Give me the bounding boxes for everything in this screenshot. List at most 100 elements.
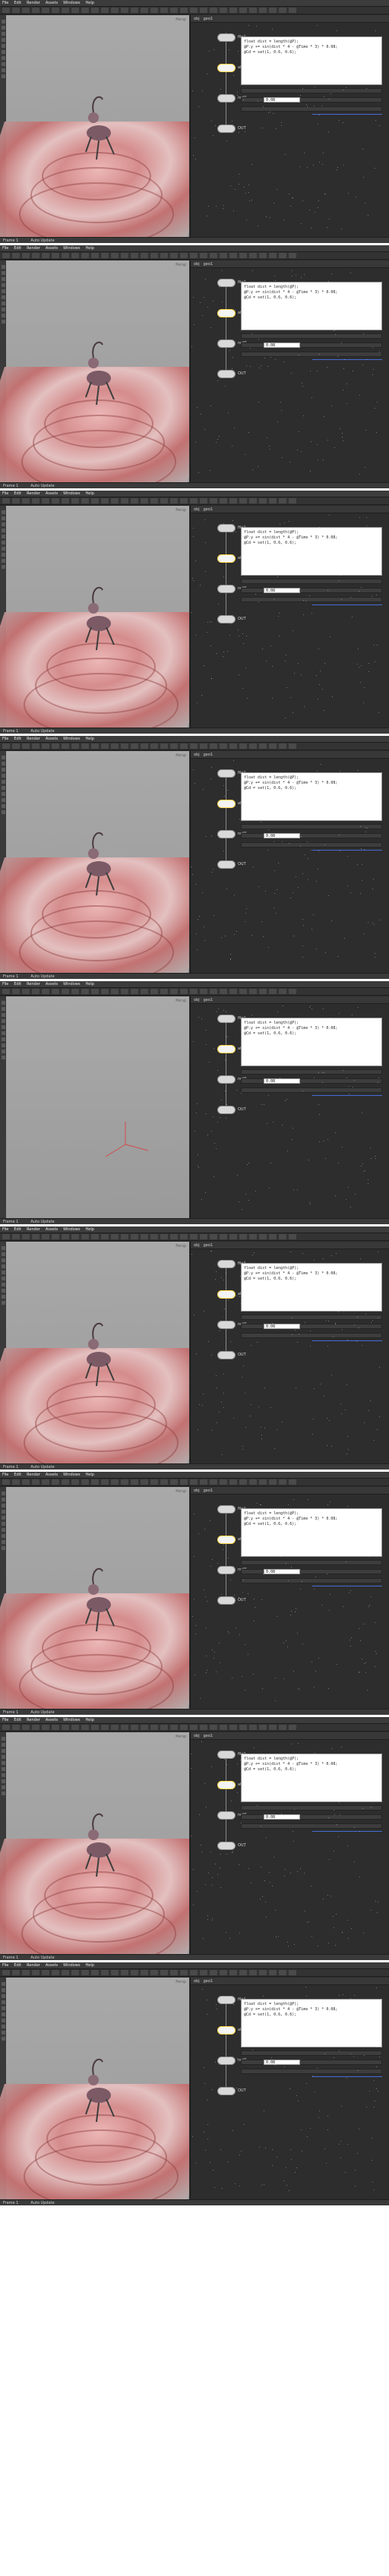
breadcrumb-item[interactable]: obj — [194, 262, 200, 267]
menu-item[interactable]: Help — [85, 1473, 93, 1477]
tool-icon[interactable] — [210, 1725, 217, 1730]
tool-icon[interactable] — [42, 743, 49, 749]
tool-icon[interactable] — [190, 498, 198, 504]
viewport-tool-icon[interactable] — [1, 44, 5, 48]
viewport-tool-icon[interactable] — [1, 295, 5, 299]
viewport-tool-icon[interactable] — [1, 559, 5, 563]
viewport-tool-icon[interactable] — [1, 1528, 5, 1532]
tool-icon[interactable] — [2, 8, 10, 13]
menu-item[interactable]: Help — [85, 491, 93, 496]
tool-icon[interactable] — [160, 1479, 168, 1485]
menu-item[interactable]: Edit — [14, 1473, 21, 1477]
tool-icon[interactable] — [180, 1234, 188, 1239]
menu-item[interactable]: File — [2, 737, 8, 741]
tool-icon[interactable] — [200, 8, 207, 13]
tool-icon[interactable] — [42, 8, 49, 13]
tool-icon[interactable] — [239, 1479, 247, 1485]
tool-icon[interactable] — [141, 8, 148, 13]
viewport-tool-icon[interactable] — [1, 1492, 5, 1495]
parameter-value-field[interactable]: 0.08 — [264, 588, 300, 593]
tool-icon[interactable] — [141, 1479, 148, 1485]
tool-icon[interactable] — [131, 989, 138, 994]
viewport-tool-icon[interactable] — [1, 1301, 5, 1305]
tool-icon[interactable] — [71, 253, 79, 258]
viewport-3d[interactable]: Persp — [0, 996, 189, 1218]
menu-item[interactable]: Help — [85, 1963, 93, 1968]
tool-icon[interactable] — [279, 989, 286, 994]
status-auto-update[interactable]: Auto Update — [30, 974, 54, 979]
tool-icon[interactable] — [81, 1479, 89, 1485]
breadcrumb-item[interactable]: geo1 — [204, 1243, 213, 1248]
network-node[interactable] — [217, 1015, 236, 1023]
viewport-tool-icon[interactable] — [1, 2012, 5, 2016]
network-node[interactable] — [217, 1505, 236, 1514]
tool-icon[interactable] — [289, 498, 296, 504]
menu-item[interactable]: File — [2, 1, 8, 5]
tool-icon[interactable] — [111, 1970, 119, 1975]
network-node[interactable] — [217, 1811, 236, 1820]
tool-icon[interactable] — [81, 1725, 89, 1730]
network-node[interactable] — [217, 2057, 236, 2065]
tool-icon[interactable] — [32, 1970, 40, 1975]
tool-icon[interactable] — [52, 253, 59, 258]
tool-icon[interactable] — [121, 498, 128, 504]
vex-code-editor[interactable]: float dist = length(@P); @P.y += sin(dist… — [241, 1018, 382, 1066]
tool-icon[interactable] — [131, 743, 138, 749]
tool-icon[interactable] — [81, 743, 89, 749]
tool-icon[interactable] — [71, 1725, 79, 1730]
network-node[interactable] — [217, 769, 236, 778]
tool-icon[interactable] — [91, 1970, 99, 1975]
tool-icon[interactable] — [71, 498, 79, 504]
menu-item[interactable]: Windows — [63, 737, 80, 741]
menu-item[interactable]: Edit — [14, 1718, 21, 1722]
parameter-value-field[interactable]: 0.08 — [264, 1569, 300, 1574]
tool-icon[interactable] — [62, 8, 69, 13]
tool-icon[interactable] — [279, 1970, 286, 1975]
tool-icon[interactable] — [141, 1234, 148, 1239]
tool-icon[interactable] — [111, 989, 119, 994]
menu-item[interactable]: Windows — [63, 246, 80, 251]
viewport-tool-icon[interactable] — [1, 1982, 5, 1986]
parameter-value-field[interactable]: 0.08 — [264, 1814, 300, 1820]
tool-icon[interactable] — [91, 1479, 99, 1485]
breadcrumb-item[interactable]: geo1 — [204, 17, 213, 21]
tool-icon[interactable] — [180, 743, 188, 749]
tool-icon[interactable] — [121, 1479, 128, 1485]
network-node[interactable] — [217, 1290, 236, 1299]
breadcrumb-item[interactable]: geo1 — [204, 1734, 213, 1738]
tool-icon[interactable] — [289, 1479, 296, 1485]
menu-item[interactable]: Assets — [46, 1473, 58, 1477]
tool-icon[interactable] — [91, 989, 99, 994]
breadcrumb-item[interactable]: obj — [194, 1488, 200, 1493]
tool-icon[interactable] — [62, 743, 69, 749]
tool-icon[interactable] — [160, 498, 168, 504]
tool-icon[interactable] — [269, 743, 277, 749]
network-node[interactable] — [217, 1596, 236, 1605]
tool-icon[interactable] — [239, 743, 247, 749]
menu-item[interactable]: Render — [27, 491, 40, 496]
menu-item[interactable]: Edit — [14, 491, 21, 496]
vex-code-editor[interactable]: float dist = length(@P); @P.y += sin(dist… — [241, 772, 382, 821]
menu-item[interactable]: Help — [85, 1, 93, 5]
tool-icon[interactable] — [180, 1970, 188, 1975]
status-auto-update[interactable]: Auto Update — [30, 1465, 54, 1470]
tool-icon[interactable] — [12, 1234, 20, 1239]
tool-icon[interactable] — [121, 1725, 128, 1730]
tool-icon[interactable] — [62, 1479, 69, 1485]
tool-icon[interactable] — [81, 1970, 89, 1975]
tool-icon[interactable] — [22, 8, 30, 13]
viewport-tool-icon[interactable] — [1, 2006, 5, 2010]
network-node[interactable] — [217, 860, 236, 869]
tool-icon[interactable] — [62, 253, 69, 258]
tool-icon[interactable] — [229, 1970, 237, 1975]
menu-item[interactable]: Render — [27, 1227, 40, 1232]
tool-icon[interactable] — [229, 1725, 237, 1730]
status-auto-update[interactable]: Auto Update — [30, 1220, 54, 1224]
tool-icon[interactable] — [101, 8, 109, 13]
viewport-tool-icon[interactable] — [1, 535, 5, 538]
menu-item[interactable]: Help — [85, 246, 93, 251]
tool-icon[interactable] — [220, 743, 227, 749]
network-node[interactable] — [217, 1536, 236, 1544]
network-panel[interactable]: objgeo1file1attribwrangle1null1OUTfloat … — [190, 1978, 389, 2199]
vex-code-editor[interactable]: float dist = length(@P); @P.y += sin(dist… — [241, 1754, 382, 1802]
